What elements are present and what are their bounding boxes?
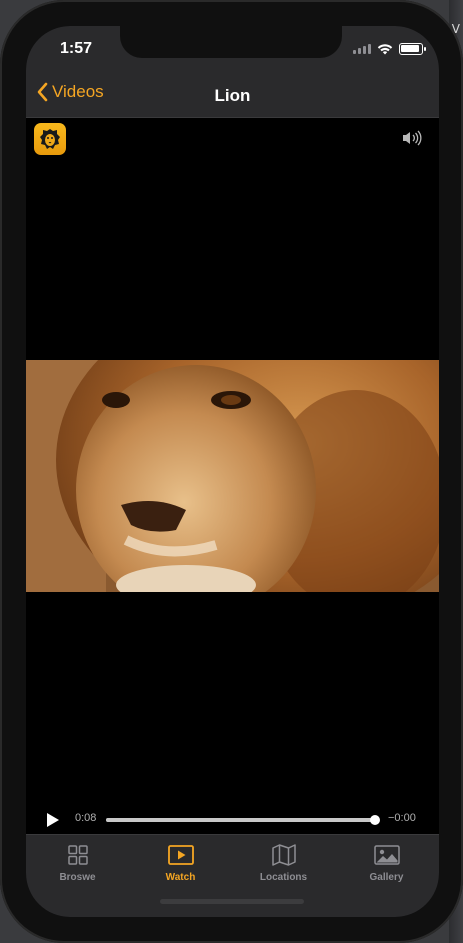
photo-icon bbox=[373, 845, 400, 865]
navigation-bar: Videos Lion bbox=[26, 74, 439, 118]
tab-label: Gallery bbox=[369, 872, 404, 883]
volume-icon[interactable] bbox=[401, 130, 423, 146]
current-time: 0:08 bbox=[75, 812, 97, 824]
phone-frame: 1:57 Videos Lion 0:08 −0:00 Broswe Watch… bbox=[0, 0, 463, 943]
status-icons bbox=[353, 43, 426, 55]
grid-icon bbox=[67, 845, 88, 865]
tab-watch[interactable]: Watch bbox=[129, 843, 232, 883]
tab-label: Locations bbox=[259, 872, 308, 883]
page-title: Lion bbox=[214, 86, 251, 105]
play-rectangle-icon bbox=[167, 845, 194, 865]
tab-browse[interactable]: Broswe bbox=[26, 843, 129, 883]
progress-thumb[interactable] bbox=[370, 815, 381, 825]
tab-locations[interactable]: Locations bbox=[232, 843, 335, 883]
status-time: 1:57 bbox=[60, 40, 93, 57]
video-frame-lion bbox=[26, 360, 439, 592]
tab-label: Broswe bbox=[59, 872, 96, 883]
tab-bar: Broswe Watch Locations Gallery bbox=[26, 834, 439, 917]
wifi-icon bbox=[377, 44, 393, 55]
playback-controls: 0:08 −0:00 bbox=[26, 804, 439, 834]
phone-screen: 1:57 Videos Lion 0:08 −0:00 Broswe Watch… bbox=[26, 26, 439, 917]
remaining-time: −0:00 bbox=[388, 812, 416, 824]
lion-logo-icon bbox=[34, 123, 66, 155]
progress-fill bbox=[106, 818, 376, 822]
map-icon bbox=[271, 844, 296, 866]
progress-slider[interactable] bbox=[106, 815, 381, 825]
notch bbox=[120, 26, 342, 58]
play-icon[interactable] bbox=[46, 812, 60, 828]
tab-gallery[interactable]: Gallery bbox=[335, 843, 438, 883]
video-player[interactable] bbox=[26, 118, 439, 834]
home-indicator[interactable] bbox=[160, 899, 304, 904]
tab-label: Watch bbox=[165, 872, 196, 883]
cellular-signal-icon bbox=[353, 44, 371, 54]
battery-icon bbox=[399, 43, 426, 55]
